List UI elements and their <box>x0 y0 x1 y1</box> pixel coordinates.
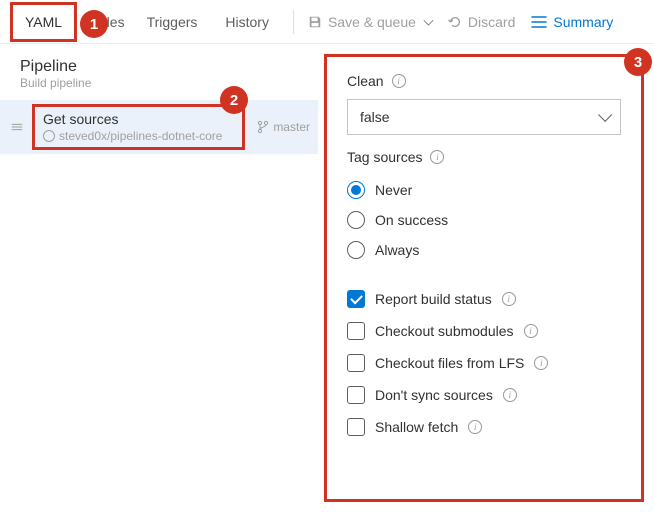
info-icon[interactable]: i <box>502 292 516 306</box>
get-sources-title: Get sources <box>43 111 234 127</box>
chevron-down-icon <box>598 108 612 122</box>
checkbox-input[interactable] <box>347 290 365 308</box>
chevron-down-icon <box>423 15 433 25</box>
summary-button[interactable]: Summary <box>523 6 621 38</box>
save-queue-button[interactable]: Save & queue <box>300 6 440 38</box>
checkbox-input[interactable] <box>347 418 365 436</box>
info-icon[interactable]: i <box>430 150 444 164</box>
toolbar: YAML 1 ables Triggers History Save & que… <box>0 0 654 44</box>
get-sources-box: Get sources steved0x/pipelines-dotnet-co… <box>32 104 245 150</box>
get-sources-row[interactable]: Get sources steved0x/pipelines-dotnet-co… <box>0 100 318 154</box>
right-pane: 3 Clean i false Tag sources i Never <box>318 44 654 512</box>
toolbar-separator <box>293 10 294 34</box>
tab-yaml-label: YAML <box>25 14 62 30</box>
info-icon[interactable]: i <box>524 324 538 338</box>
undo-icon <box>448 15 462 29</box>
save-icon <box>308 15 322 29</box>
info-icon[interactable]: i <box>392 74 406 88</box>
clean-value: false <box>360 109 390 125</box>
badge-3: 3 <box>624 48 652 76</box>
tab-triggers[interactable]: Triggers <box>133 0 212 44</box>
checkbox-input[interactable] <box>347 354 365 372</box>
check-checkout-submodules[interactable]: Checkout submodules i <box>347 315 621 347</box>
tab-yaml[interactable]: YAML <box>10 2 77 42</box>
summary-icon <box>531 15 547 29</box>
radio-always[interactable]: Always <box>347 235 621 265</box>
check-shallow-fetch[interactable]: Shallow fetch i <box>347 411 621 443</box>
info-icon[interactable]: i <box>503 388 517 402</box>
pipeline-subtitle: Build pipeline <box>20 76 298 90</box>
github-icon <box>43 130 55 142</box>
pipeline-title: Pipeline <box>20 58 298 76</box>
branch-icon <box>257 120 269 134</box>
checkbox-input[interactable] <box>347 386 365 404</box>
pipeline-header: Pipeline Build pipeline <box>0 44 318 100</box>
tag-sources-radio-group: Never On success Always <box>347 175 621 265</box>
tab-history[interactable]: History <box>211 0 283 44</box>
badge-1: 1 <box>80 10 108 38</box>
clean-label: Clean <box>347 73 384 89</box>
drag-icon <box>10 120 24 134</box>
info-icon[interactable]: i <box>468 420 482 434</box>
radio-input[interactable] <box>347 241 365 259</box>
tag-sources-label: Tag sources <box>347 149 422 165</box>
badge-2: 2 <box>220 86 248 114</box>
left-pane: Pipeline Build pipeline 2 Get sources st… <box>0 44 318 512</box>
checkbox-input[interactable] <box>347 322 365 340</box>
branch-tag: master <box>257 120 310 134</box>
radio-on-success[interactable]: On success <box>347 205 621 235</box>
repo-name: steved0x/pipelines-dotnet-core <box>59 129 222 143</box>
check-checkout-lfs[interactable]: Checkout files from LFS i <box>347 347 621 379</box>
radio-input[interactable] <box>347 181 365 199</box>
radio-never[interactable]: Never <box>347 175 621 205</box>
discard-button[interactable]: Discard <box>440 6 523 38</box>
check-dont-sync[interactable]: Don't sync sources i <box>347 379 621 411</box>
clean-dropdown[interactable]: false <box>347 99 621 135</box>
settings-panel: Clean i false Tag sources i Never On suc… <box>324 54 644 502</box>
check-report-build-status[interactable]: Report build status i <box>347 283 621 315</box>
checkbox-group: Report build status i Checkout submodule… <box>347 283 621 443</box>
radio-input[interactable] <box>347 211 365 229</box>
info-icon[interactable]: i <box>534 356 548 370</box>
